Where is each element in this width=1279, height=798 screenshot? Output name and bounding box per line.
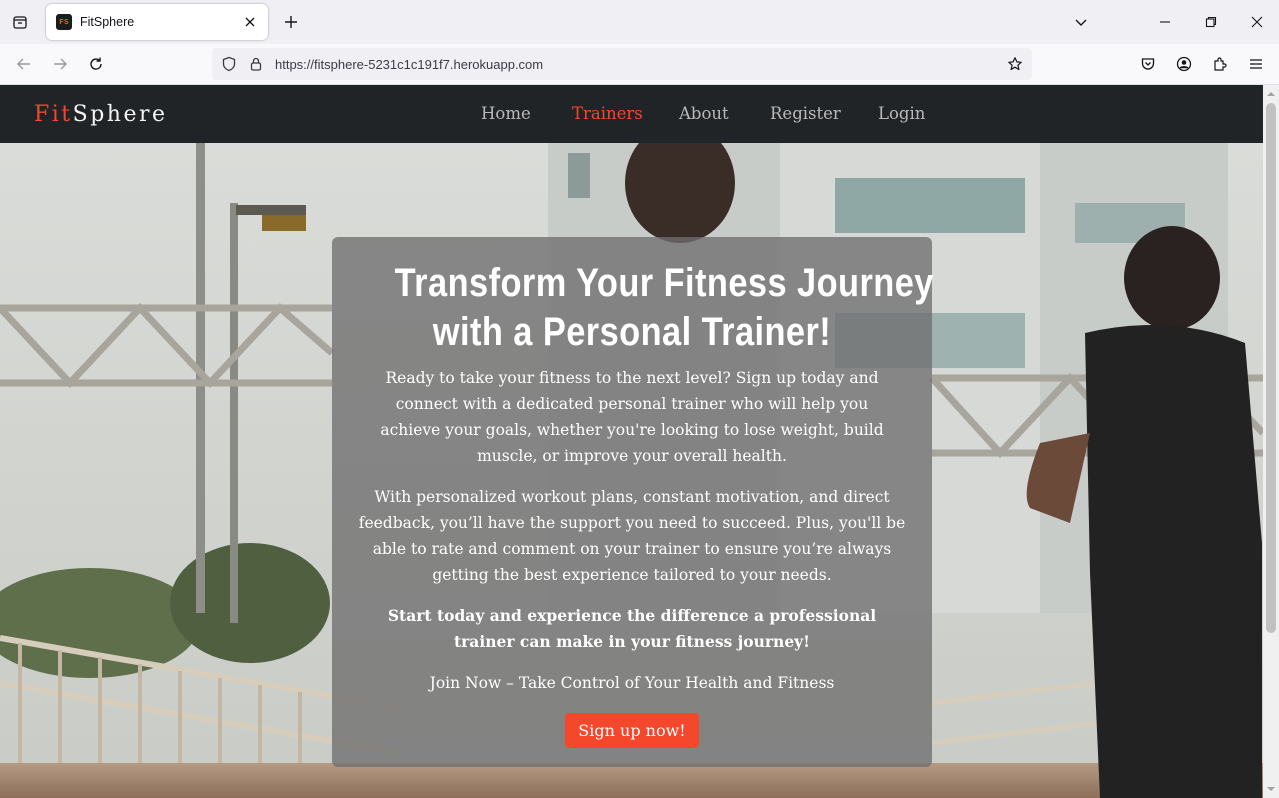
- scroll-thumb[interactable]: [1266, 103, 1276, 633]
- nav-trainers-link[interactable]: Trainers: [572, 104, 643, 123]
- page-scrollbar[interactable]: [1263, 85, 1279, 798]
- site-header: FitSphere Home Trainers About Register L…: [0, 85, 1263, 143]
- lock-icon[interactable]: [247, 55, 265, 73]
- hero-benefits-paragraph: With personalized workout plans, constan…: [358, 488, 906, 584]
- nav-login-link[interactable]: Login: [878, 104, 925, 123]
- minimize-icon[interactable]: [1150, 8, 1180, 36]
- site-favicon-icon: FS: [56, 14, 72, 30]
- hero-intro-paragraph: Ready to take your fitness to the next l…: [380, 369, 884, 465]
- browser-toolbar: https://fitsphere-5231c1c191f7.herokuapp…: [0, 44, 1279, 85]
- scroll-down-icon[interactable]: [1266, 784, 1276, 794]
- hero-card: Transform Your Fitness Journey with a Pe…: [332, 237, 934, 767]
- browser-tab-bar: FS FitSphere: [0, 0, 1279, 44]
- hero-title-line-2: with a Personal Trainer!: [432, 310, 832, 354]
- tab-title: FitSphere: [80, 15, 135, 29]
- hero-title-line-1: Transform Your Fitness Journey: [394, 261, 934, 305]
- close-window-icon[interactable]: [1242, 8, 1272, 36]
- new-tab-icon[interactable]: [278, 9, 304, 35]
- address-bar[interactable]: https://fitsphere-5231c1c191f7.herokuapp…: [212, 48, 1032, 80]
- back-icon[interactable]: [10, 50, 38, 78]
- hero-section: Transform Your Fitness Journey with a Pe…: [0, 143, 1263, 798]
- sign-up-button[interactable]: Sign up now!: [565, 713, 699, 748]
- restore-icon[interactable]: [1196, 8, 1226, 36]
- extensions-icon[interactable]: [1206, 50, 1234, 78]
- nav-about-link[interactable]: About: [679, 104, 729, 123]
- tab-close-icon[interactable]: [242, 14, 258, 30]
- list-all-tabs-icon[interactable]: [1068, 9, 1094, 35]
- pocket-icon[interactable]: [1134, 50, 1162, 78]
- site-logo[interactable]: FitSphere: [34, 102, 168, 127]
- scroll-up-icon[interactable]: [1266, 89, 1276, 99]
- web-page: FitSphere Home Trainers About Register L…: [0, 85, 1263, 798]
- logo-text: Sphere: [72, 102, 168, 127]
- browser-tab[interactable]: FS FitSphere: [46, 4, 268, 40]
- account-icon[interactable]: [1170, 50, 1198, 78]
- tab-list-icon[interactable]: [6, 8, 34, 36]
- nav-home-link[interactable]: Home: [481, 104, 531, 123]
- reload-icon[interactable]: [82, 50, 110, 78]
- url-text: https://fitsphere-5231c1c191f7.herokuapp…: [275, 57, 544, 72]
- shield-icon[interactable]: [220, 55, 238, 73]
- menu-icon[interactable]: [1242, 50, 1270, 78]
- hero-title: Transform Your Fitness Journey with a Pe…: [395, 259, 934, 357]
- nav-register-link[interactable]: Register: [770, 104, 841, 123]
- bookmark-star-icon[interactable]: [1006, 55, 1024, 73]
- forward-icon[interactable]: [46, 50, 74, 78]
- hero-callout-paragraph: Start today and experience the differenc…: [387, 606, 877, 651]
- logo-accent-text: Fit: [34, 102, 73, 127]
- hero-join-text: Join Now – Take Control of Your Health a…: [429, 674, 835, 692]
